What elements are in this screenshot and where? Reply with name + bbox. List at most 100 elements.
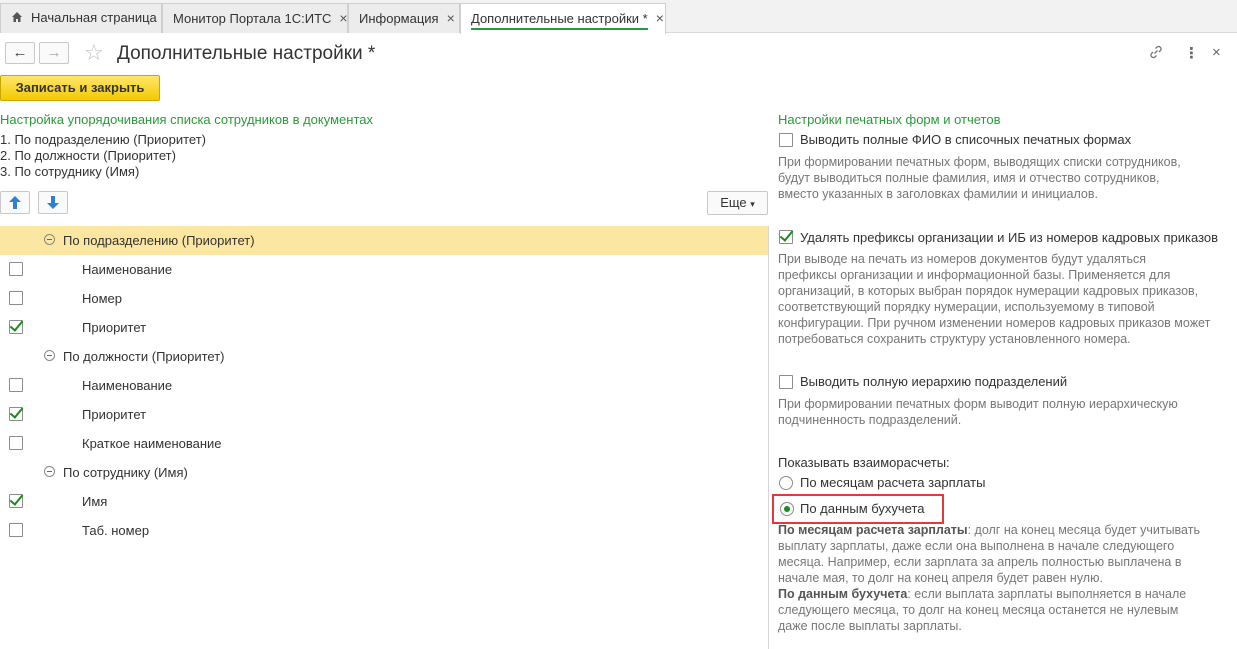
radio-salary-months[interactable] (779, 476, 793, 490)
tree-item-checkbox[interactable] (9, 494, 23, 508)
move-down-button[interactable] (38, 191, 68, 214)
tree-item-row[interactable]: Приоритет (0, 313, 768, 342)
desc-line: вместо указанных в заголовках фамилии и … (778, 187, 1098, 201)
desc-line: При формировании печатных форм выводит п… (778, 397, 1178, 411)
tab-bar: Начальная страница Монитор Портала 1С:ИТ… (0, 0, 1237, 34)
desc-line: соответствующий порядку нумерации, испол… (778, 300, 1155, 314)
tree-item-row[interactable]: Краткое наименование (0, 429, 768, 458)
collapse-icon[interactable] (44, 234, 55, 245)
tree-item-row[interactable]: Номер (0, 284, 768, 313)
tree-item-row[interactable]: Имя (0, 487, 768, 516)
remove-prefix-checkbox[interactable] (779, 230, 793, 244)
settlements-description: По месяцам расчета зарплаты: долг на кон… (778, 522, 1223, 634)
tree-item-row[interactable]: Таб. номер (0, 516, 768, 545)
tree-group-label: По должности (Приоритет) (63, 349, 225, 364)
tree-item-checkbox[interactable] (9, 407, 23, 421)
full-hierarchy-description: При формировании печатных форм выводит п… (778, 396, 1218, 428)
desc-line: организаций, в которых выбран порядок ну… (778, 284, 1199, 298)
radio-accounting-data[interactable] (780, 502, 794, 516)
arrow-up-icon (9, 196, 21, 209)
desc-line: префиксы организации и информационной ба… (778, 268, 1171, 282)
back-button[interactable]: ← (5, 42, 35, 64)
tab-portal-monitor[interactable]: Монитор Портала 1С:ИТС × (162, 3, 348, 33)
tree-group-row[interactable]: По подразделению (Приоритет) (0, 226, 768, 255)
tree-item-label: Номер (82, 291, 123, 306)
desc-line: подчиненность подразделений. (778, 413, 962, 427)
more-button[interactable]: Еще ▾ (707, 191, 768, 215)
tab-label: Начальная страница (31, 10, 157, 25)
tree-item-checkbox[interactable] (9, 262, 23, 276)
full-name-label: Выводить полные ФИО в списочных печатных… (800, 132, 1132, 147)
close-window-icon[interactable]: × (1212, 44, 1221, 61)
radio-accounting-data-label: По данным бухучета (800, 501, 925, 516)
favorite-star-icon[interactable]: ☆ (84, 40, 104, 66)
full-hierarchy-label: Выводить полную иерархию подразделений (800, 374, 1068, 389)
tree-group-label: По подразделению (Приоритет) (63, 233, 255, 248)
tree-item-label: Таб. номер (82, 523, 150, 538)
tree-item-label: Наименование (82, 378, 173, 393)
tree-item-checkbox[interactable] (9, 291, 23, 305)
more-button-label: Еще (720, 195, 747, 210)
desc-line: потребоваться сохранить структуру устано… (778, 332, 1131, 346)
order-line: 2. По должности (Приоритет) (0, 148, 176, 163)
term-salary-months: По месяцам расчета зарплаты (778, 523, 968, 537)
desc-line: начале мая, то долг на конец апреля буде… (778, 571, 1103, 585)
tree-group-row[interactable]: По должности (Приоритет) (0, 342, 768, 371)
home-icon (12, 12, 22, 22)
arrow-right-icon: → (46, 44, 62, 61)
tree-item-checkbox[interactable] (9, 378, 23, 392)
more-vert-icon[interactable]: ⋮ (1184, 44, 1199, 62)
tab-label: Монитор Портала 1С:ИТС (173, 11, 332, 26)
desc-text: : долг на конец месяца будет учитывать (967, 523, 1200, 537)
sort-section-title: Настройка упорядочивания списка сотрудни… (0, 112, 373, 127)
close-icon[interactable]: × (447, 10, 455, 26)
order-line: 1. По подразделению (Приоритет) (0, 132, 206, 147)
desc-line: При выводе на печать из номеров документ… (778, 252, 1146, 266)
desc-line: При формировании печатных форм, выводящи… (778, 155, 1181, 169)
tab-home[interactable]: Начальная страница (0, 3, 162, 33)
desc-line: конфигурации. При ручном изменении номер… (778, 316, 1211, 330)
tab-additional-settings[interactable]: Дополнительные настройки * × (460, 3, 666, 34)
radio-salary-months-label: По месяцам расчета зарплаты (800, 475, 986, 490)
order-line: 3. По сотруднику (Имя) (0, 164, 140, 179)
save-and-close-button[interactable]: Записать и закрыть (0, 75, 160, 101)
tree-item-checkbox[interactable] (9, 523, 23, 537)
close-icon[interactable]: × (339, 10, 347, 26)
desc-line: будут выводиться полные фамилия, имя и о… (778, 171, 1160, 185)
tree-item-label: Имя (82, 494, 108, 509)
arrow-down-icon (47, 196, 59, 209)
panel-divider (768, 226, 769, 649)
tab-information[interactable]: Информация × (348, 3, 460, 33)
desc-line: следующего месяца, то долг на конец меся… (778, 603, 1179, 617)
close-icon[interactable]: × (656, 10, 664, 26)
link-icon[interactable] (1148, 44, 1164, 64)
tree-item-row[interactable]: Наименование (0, 255, 768, 284)
full-hierarchy-checkbox[interactable] (779, 375, 793, 389)
page-title: Дополнительные настройки * (117, 43, 376, 64)
tree-item-checkbox[interactable] (9, 436, 23, 450)
remove-prefix-description: При выводе на печать из номеров документ… (778, 251, 1218, 347)
collapse-icon[interactable] (44, 466, 55, 477)
tree-item-row[interactable]: Наименование (0, 371, 768, 400)
desc-line: месяца. Например, если зарплата за апрел… (778, 555, 1182, 569)
tab-label: Информация (359, 11, 439, 26)
full-name-description: При формировании печатных форм, выводящи… (778, 154, 1218, 202)
tree-item-checkbox[interactable] (9, 320, 23, 334)
tree-item-row[interactable]: Приоритет (0, 400, 768, 429)
print-settings-title: Настройки печатных форм и отчетов (778, 112, 1001, 127)
chevron-down-icon: ▾ (750, 199, 755, 209)
tree-group-label: По сотруднику (Имя) (63, 465, 188, 480)
arrow-left-icon: ← (12, 44, 28, 61)
term-accounting-data: По данным бухучета (778, 587, 908, 601)
desc-text: : если выплата зарплаты выполняется в на… (907, 587, 1187, 601)
tree-group-row[interactable]: По сотруднику (Имя) (0, 458, 768, 487)
move-up-button[interactable] (0, 191, 30, 214)
tree-item-label: Краткое наименование (82, 436, 222, 451)
collapse-icon[interactable] (44, 350, 55, 361)
tree-item-label: Наименование (82, 262, 173, 277)
forward-button[interactable]: → (39, 42, 69, 64)
tree-item-label: Приоритет (82, 407, 147, 422)
settlements-label: Показывать взаиморасчеты: (778, 455, 950, 470)
full-name-checkbox[interactable] (779, 133, 793, 147)
tab-label: Дополнительные настройки * (471, 11, 648, 30)
